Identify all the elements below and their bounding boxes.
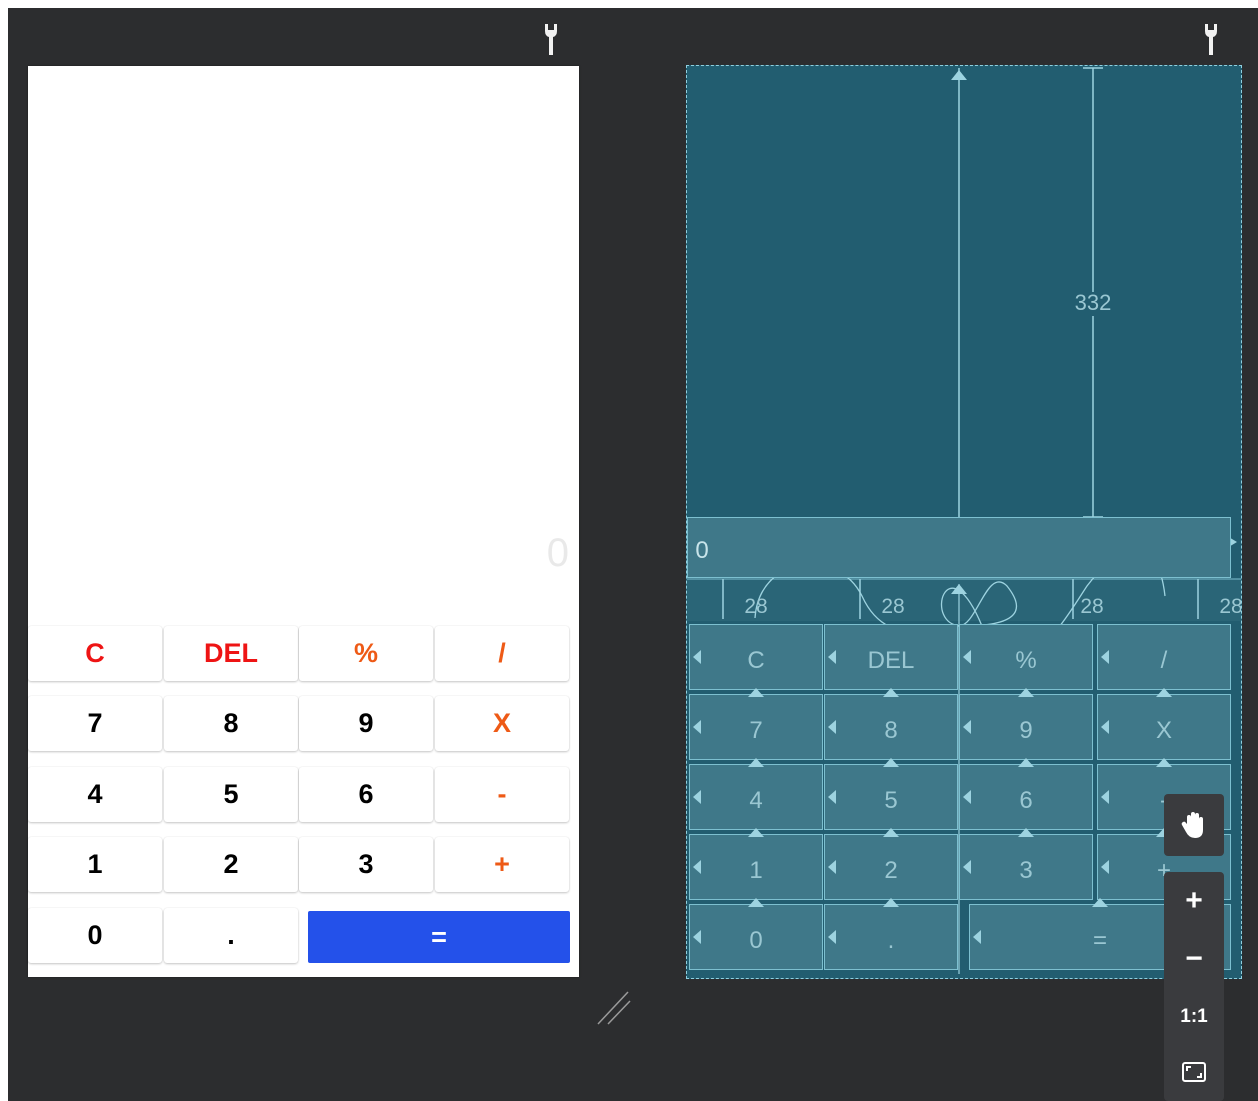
- constraint-anchor: [828, 650, 836, 664]
- constraint-anchor: [828, 790, 836, 804]
- key-button[interactable]: 8: [164, 696, 298, 751]
- equals-button[interactable]: =: [308, 911, 570, 963]
- key-button[interactable]: 6: [299, 767, 433, 822]
- key-button[interactable]: 1: [28, 837, 162, 892]
- constraint-anchor: [963, 860, 971, 874]
- margin-label: 28: [1080, 595, 1104, 618]
- zoom-out-button[interactable]: −: [1185, 930, 1203, 988]
- key-button[interactable]: C: [28, 626, 162, 681]
- constraint-anchor: [963, 720, 971, 734]
- constraint-anchor: [828, 720, 836, 734]
- constraint-anchor: [883, 828, 899, 837]
- blueprint-key-label: 5: [884, 787, 898, 814]
- constraint-anchor: [1101, 650, 1109, 664]
- constraint-anchor: [748, 898, 764, 907]
- constraint-anchor: [1101, 720, 1109, 734]
- blueprint-key-label: 6: [1019, 787, 1033, 814]
- blueprint-key-label: 4: [749, 787, 763, 814]
- blueprint-key-label: %: [1015, 647, 1037, 674]
- constraint-anchor: [1018, 828, 1034, 837]
- constraint-anchor: [748, 688, 764, 697]
- constraint-anchor: [1092, 898, 1108, 907]
- blueprint-key-label: 8: [884, 717, 898, 744]
- key-button[interactable]: 2: [164, 837, 298, 892]
- margin-label: 28: [881, 595, 905, 618]
- blueprint-key-label: 0: [749, 927, 763, 954]
- key-button[interactable]: X: [435, 696, 569, 751]
- display-box-label: 0: [695, 537, 709, 564]
- key-button[interactable]: /: [435, 626, 569, 681]
- constraint-anchor: [1101, 860, 1109, 874]
- fit-screen-icon: [1182, 1062, 1206, 1082]
- constraint-anchor: [973, 930, 981, 944]
- blueprint-key-label: 2: [884, 857, 898, 884]
- design-canvas[interactable]: 0 C DEL%/7 8 9 X 4 5 6-1 2 3 +0. = 332 0…: [8, 8, 1258, 1101]
- constraint-anchor: [1101, 790, 1109, 804]
- wrench-icon[interactable]: [544, 22, 558, 58]
- layout-editor: 0 C DEL%/7 8 9 X 4 5 6-1 2 3 +0. = 332 0…: [0, 0, 1258, 1101]
- wrench-icon[interactable]: [1204, 22, 1218, 58]
- pan-button[interactable]: [1164, 794, 1224, 856]
- constraint-anchor: [828, 860, 836, 874]
- key-button[interactable]: .: [164, 908, 298, 963]
- display-text: 0: [546, 531, 569, 575]
- constraint-anchor: [1156, 688, 1172, 697]
- constraint-anchor: [693, 720, 701, 734]
- constraint-anchor: [963, 790, 971, 804]
- key-button[interactable]: 0: [28, 908, 162, 963]
- key-button[interactable]: 5: [164, 767, 298, 822]
- zoom-toolbar: + − 1:1: [1164, 872, 1224, 1101]
- key-button[interactable]: 7: [28, 696, 162, 751]
- key-button[interactable]: 3: [299, 837, 433, 892]
- blueprint-key-label: /: [1160, 647, 1168, 674]
- zoom-in-button[interactable]: +: [1185, 872, 1203, 930]
- blueprint-key-label: 9: [1019, 717, 1033, 744]
- constraint-anchor: [1156, 758, 1172, 767]
- constraint-anchor: [1018, 688, 1034, 697]
- margin-label: 28: [1219, 595, 1242, 618]
- constraint-anchor: [693, 650, 701, 664]
- constraint-anchor: [883, 688, 899, 697]
- actual-size-button[interactable]: 1:1: [1180, 988, 1207, 1046]
- constraint-anchor: [693, 790, 701, 804]
- key-button[interactable]: DEL: [164, 626, 298, 681]
- constraint-anchor: [748, 758, 764, 767]
- blueprint-view[interactable]: 332 0 28282828 CDEL%/789X456-123+0.=: [686, 65, 1242, 979]
- key-button[interactable]: 4: [28, 767, 162, 822]
- constraint-anchor: [883, 898, 899, 907]
- key-button[interactable]: -: [435, 767, 569, 822]
- key-button[interactable]: 9: [299, 696, 433, 751]
- design-preview[interactable]: 0 C DEL%/ 7 8 9 X 4 5 6- 1 2 3 +0. =: [28, 66, 579, 977]
- constraint-anchor: [963, 650, 971, 664]
- constraint-anchor: [693, 860, 701, 874]
- constraint-anchor: [1018, 758, 1034, 767]
- constraint-anchor: [828, 930, 836, 944]
- blueprint-key-label: DEL: [867, 647, 915, 674]
- blueprint-key-label: 7: [749, 717, 763, 744]
- constraint-anchor: [883, 758, 899, 767]
- hand-icon: [1181, 812, 1203, 838]
- blueprint-key-label: C: [747, 647, 765, 674]
- blueprint-key-label: X: [1155, 717, 1172, 744]
- constraint-anchor: [748, 828, 764, 837]
- fit-screen-button[interactable]: [1181, 1046, 1207, 1098]
- display-box[interactable]: [687, 517, 1231, 578]
- key-button[interactable]: %: [299, 626, 433, 681]
- key-button[interactable]: +: [435, 837, 569, 892]
- margin-label: 28: [744, 595, 768, 618]
- resize-handle[interactable]: [594, 986, 634, 1028]
- blueprint-key-label: .: [887, 927, 895, 954]
- blueprint-key-label: 3: [1019, 857, 1033, 884]
- blueprint-key-label: 1: [749, 857, 763, 884]
- top-margin-label: 332: [1074, 290, 1112, 315]
- constraint-anchor: [693, 930, 701, 944]
